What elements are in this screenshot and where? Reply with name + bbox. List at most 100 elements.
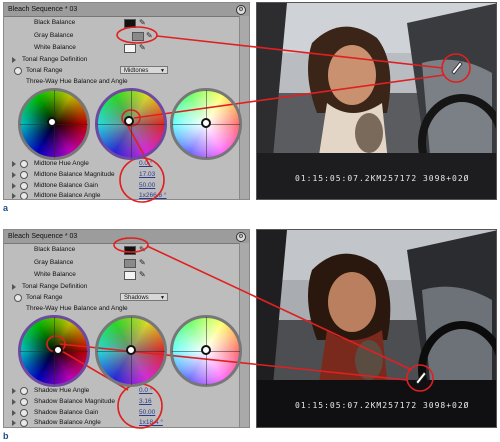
- wheel-puck[interactable]: [201, 118, 211, 128]
- param-value[interactable]: 0.0 °: [139, 385, 152, 396]
- param-row: Midtone Balance Angle 1x266.6 °: [4, 190, 239, 199]
- keyframe-radio-icon[interactable]: [20, 387, 28, 395]
- wheel-puck[interactable]: [201, 345, 211, 355]
- disclosure-triangle-icon[interactable]: [12, 172, 16, 178]
- tonal-range-definition-row[interactable]: Tonal Range Definition: [4, 281, 239, 292]
- tonal-range-row: Tonal Range Midtones ▼: [4, 65, 239, 76]
- highlights-color-wheel[interactable]: [170, 88, 242, 160]
- param-value[interactable]: 1x18.4 °: [139, 417, 163, 427]
- keyframe-radio-icon[interactable]: [14, 67, 22, 75]
- tonal-range-definition-row[interactable]: Tonal Range Definition: [4, 54, 239, 65]
- keyframe-radio-icon[interactable]: [20, 182, 28, 190]
- tonal-range-value: Midtones: [124, 68, 149, 74]
- figure-label: b: [3, 431, 9, 441]
- keyframe-radio-icon[interactable]: [20, 419, 28, 427]
- param-row: Midtone Balance Magnitude 17.03: [4, 169, 239, 180]
- three-way-row: Three-Way Hue Balance and Angle: [4, 303, 239, 314]
- param-value[interactable]: 1x266.6 °: [139, 190, 167, 199]
- param-label: Midtone Balance Angle: [34, 192, 101, 199]
- param-row: Shadow Balance Magnitude 3.16: [4, 396, 239, 407]
- panel-header: Bleach Sequence * 03 ⚙: [4, 230, 249, 244]
- tonal-range-definition-label: Tonal Range Definition: [22, 56, 88, 63]
- three-way-label: Three-Way Hue Balance and Angle: [26, 78, 128, 85]
- eyedropper-icon[interactable]: ✎: [139, 269, 146, 280]
- param-label: Midtone Hue Angle: [34, 160, 89, 167]
- eyedropper-icon[interactable]: ✎: [139, 17, 146, 28]
- param-value[interactable]: 3.16: [139, 396, 152, 407]
- panel-title: Bleach Sequence * 03: [8, 233, 78, 240]
- midtones-color-wheel[interactable]: [95, 88, 167, 160]
- keyframe-radio-icon[interactable]: [20, 409, 28, 417]
- shadows-color-wheel[interactable]: [18, 315, 90, 387]
- color-corrector-panel-a: Bleach Sequence * 03 ⚙ Black Balance ✎ G…: [3, 2, 250, 200]
- param-label: Shadow Balance Angle: [34, 419, 101, 426]
- chevron-down-icon: ▼: [160, 295, 165, 301]
- gray-balance-label: Gray Balance: [34, 32, 74, 39]
- param-value[interactable]: 0.0 °: [139, 158, 152, 169]
- tonal-range-row: Tonal Range Shadows ▼: [4, 292, 239, 303]
- white-balance-label: White Balance: [34, 44, 76, 51]
- gray-balance-swatch[interactable]: [124, 259, 136, 268]
- keyframe-radio-icon[interactable]: [20, 398, 28, 406]
- disclosure-triangle-icon[interactable]: [12, 284, 16, 290]
- panel-header: Bleach Sequence * 03 ⚙: [4, 3, 249, 17]
- black-balance-label: Black Balance: [34, 246, 76, 253]
- panel-scrollbar[interactable]: [239, 243, 249, 427]
- param-label: Shadow Hue Angle: [34, 387, 90, 394]
- chevron-down-icon: ▼: [160, 68, 165, 74]
- white-balance-label: White Balance: [34, 271, 76, 278]
- keyframe-radio-icon[interactable]: [20, 192, 28, 199]
- three-way-row: Three-Way Hue Balance and Angle: [4, 76, 239, 87]
- disclosure-triangle-icon[interactable]: [12, 388, 16, 394]
- figure-label: a: [3, 203, 9, 213]
- midtones-color-wheel[interactable]: [95, 315, 167, 387]
- gray-balance-swatch[interactable]: [132, 32, 144, 41]
- wheel-puck[interactable]: [126, 345, 136, 355]
- disclosure-triangle-icon[interactable]: [12, 399, 16, 405]
- color-corrector-panel-b: Bleach Sequence * 03 ⚙ Black Balance ✎ G…: [3, 229, 250, 428]
- black-balance-row: Black Balance ✎: [4, 244, 239, 255]
- disclosure-triangle-icon[interactable]: [12, 183, 16, 189]
- wheel-puck[interactable]: [124, 116, 134, 126]
- black-balance-label: Black Balance: [34, 19, 76, 26]
- gray-balance-row: Gray Balance ✎: [4, 257, 239, 268]
- disclosure-triangle-icon[interactable]: [12, 410, 16, 416]
- panel-title: Bleach Sequence * 03: [8, 6, 78, 13]
- black-balance-swatch[interactable]: [124, 246, 136, 255]
- tonal-range-label: Tonal Range: [26, 294, 63, 301]
- tonal-range-select[interactable]: Midtones ▼: [120, 66, 168, 74]
- disclosure-triangle-icon[interactable]: [12, 420, 16, 426]
- white-balance-swatch[interactable]: [124, 44, 136, 53]
- scene-image: [257, 230, 496, 427]
- gear-icon[interactable]: ⚙: [236, 232, 246, 242]
- param-value[interactable]: 17.03: [139, 169, 155, 180]
- eyedropper-icon[interactable]: ✎: [146, 30, 153, 41]
- panel-scrollbar[interactable]: [239, 16, 249, 199]
- black-balance-row: Black Balance ✎: [4, 17, 239, 28]
- black-balance-swatch[interactable]: [124, 19, 136, 28]
- wheel-puck[interactable]: [53, 345, 63, 355]
- gear-icon[interactable]: ⚙: [236, 5, 246, 15]
- keyframe-radio-icon[interactable]: [20, 171, 28, 179]
- tonal-range-select[interactable]: Shadows ▼: [120, 293, 168, 301]
- disclosure-triangle-icon[interactable]: [12, 193, 16, 199]
- disclosure-triangle-icon[interactable]: [12, 161, 16, 167]
- video-frame-a: 01:15:05:07.2KM257172 3098+02Ø: [256, 2, 497, 200]
- tonal-range-label: Tonal Range: [26, 67, 63, 74]
- eyedropper-icon[interactable]: ✎: [139, 42, 146, 53]
- tonal-range-definition-label: Tonal Range Definition: [22, 283, 88, 290]
- param-label: Midtone Balance Magnitude: [34, 171, 115, 178]
- keyframe-radio-icon[interactable]: [20, 160, 28, 168]
- white-balance-swatch[interactable]: [124, 271, 136, 280]
- shadows-color-wheel[interactable]: [18, 88, 90, 160]
- timecode-overlay: 01:15:05:07.2KM257172 3098+02Ø: [295, 174, 470, 183]
- disclosure-triangle-icon[interactable]: [12, 57, 16, 63]
- param-label: Shadow Balance Magnitude: [34, 398, 115, 405]
- highlights-color-wheel[interactable]: [170, 315, 242, 387]
- param-row: Shadow Balance Angle 1x18.4 °: [4, 417, 239, 427]
- keyframe-radio-icon[interactable]: [14, 294, 22, 302]
- eyedropper-icon[interactable]: ✎: [139, 244, 146, 255]
- eyedropper-icon[interactable]: ✎: [139, 257, 146, 268]
- wheel-puck[interactable]: [47, 117, 57, 127]
- white-balance-row: White Balance ✎: [4, 42, 239, 53]
